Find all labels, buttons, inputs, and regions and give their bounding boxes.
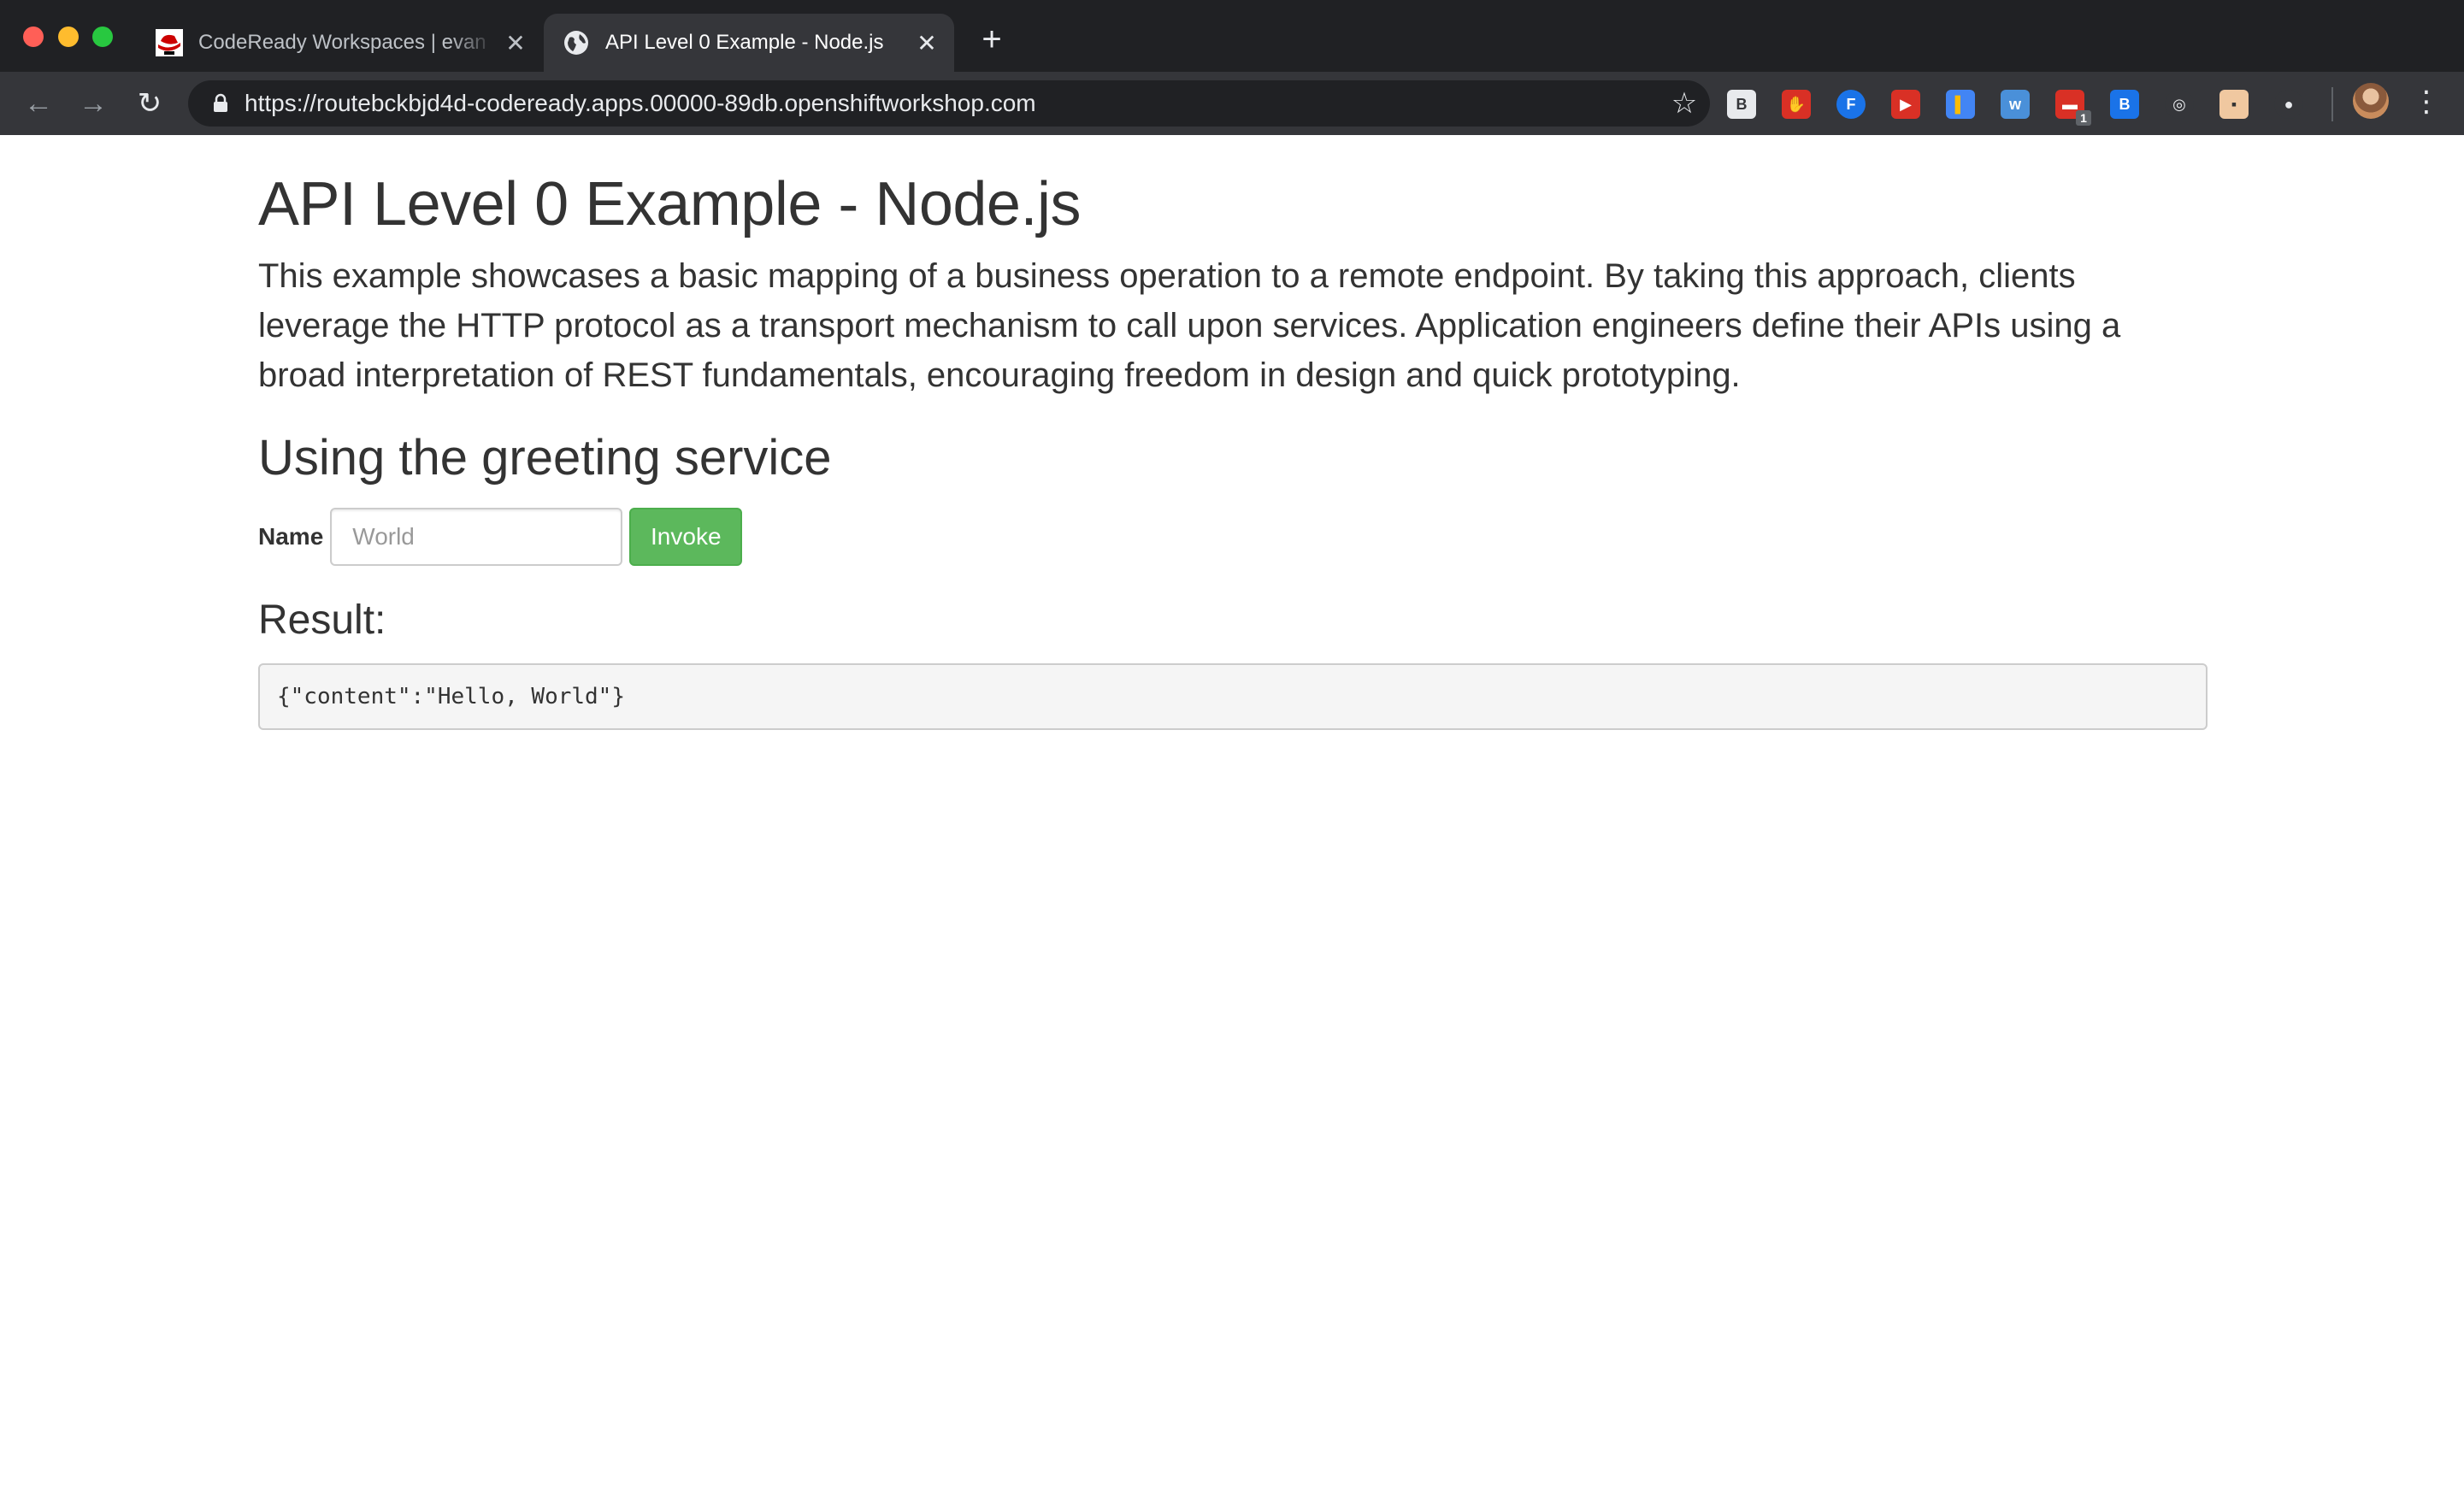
reload-icon[interactable]: ↻ bbox=[130, 84, 169, 123]
kebab-menu-icon[interactable]: ⋮ bbox=[2409, 82, 2443, 121]
url-text: https://routebckbjd4d-codeready.apps.000… bbox=[245, 90, 1036, 116]
forward-arrow-icon[interactable]: → bbox=[74, 84, 113, 123]
greeting-form: Name Invoke bbox=[258, 508, 743, 566]
b-blue-extension-icon[interactable]: B bbox=[2110, 90, 2139, 119]
toolbar-divider bbox=[2331, 87, 2333, 121]
redhat-shadowman-icon bbox=[156, 29, 183, 56]
circle-extension-icon[interactable]: ● bbox=[2274, 90, 2303, 119]
new-tab-plus-icon[interactable]: + bbox=[973, 21, 1011, 58]
close-tab-icon[interactable]: ✕ bbox=[906, 29, 947, 57]
f-extension-icon[interactable]: F bbox=[1836, 90, 1866, 119]
browser-toolbar: ← → ↻ https://routebckbjd4d-codeready.ap… bbox=[0, 72, 2464, 135]
walkme-extension-icon[interactable]: w bbox=[2001, 90, 2030, 119]
youtube-extension-icon[interactable]: ▶ bbox=[1891, 90, 1920, 119]
minimize-window-button[interactable] bbox=[58, 26, 79, 47]
page-description: This example showcases a basic mapping o… bbox=[258, 257, 2121, 394]
invoke-button[interactable]: Invoke bbox=[629, 508, 743, 566]
browser-tab-strip: CodeReady Workspaces | evan ✕ API Level … bbox=[0, 0, 2464, 72]
bookmark-b-extension-icon[interactable]: B bbox=[1727, 90, 1756, 119]
name-input[interactable] bbox=[330, 508, 623, 566]
section-title: Using the greeting service bbox=[258, 430, 832, 486]
globe-icon bbox=[564, 31, 588, 55]
tab-api-level-0-example[interactable]: API Level 0 Example - Node.js ✕ bbox=[544, 14, 954, 72]
target-extension-icon[interactable]: ◎ bbox=[2165, 90, 2194, 119]
tab-title: API Level 0 Example - Node.js bbox=[605, 31, 884, 54]
extensions-area: B ✋ F ▶ ▌ w ▬ 1 B ◎ ▪ ● bbox=[1727, 85, 2329, 126]
tab-codeready-workspaces[interactable]: CodeReady Workspaces | evan ✕ bbox=[137, 14, 543, 72]
calendar-extension-icon[interactable]: ▬ 1 bbox=[2055, 90, 2091, 126]
profile-avatar[interactable] bbox=[2353, 83, 2389, 119]
page-title: API Level 0 Example - Node.js bbox=[258, 170, 1081, 238]
adblock-hand-extension-icon[interactable]: ✋ bbox=[1782, 90, 1811, 119]
result-output: {"content":"Hello, World"} bbox=[258, 663, 2208, 730]
maximize-window-button[interactable] bbox=[92, 26, 113, 47]
result-title: Result: bbox=[258, 597, 386, 643]
extension-badge: 1 bbox=[2076, 110, 2091, 126]
close-tab-icon[interactable]: ✕ bbox=[495, 29, 536, 57]
back-arrow-icon[interactable]: ← bbox=[19, 84, 58, 123]
address-bar[interactable]: https://routebckbjd4d-codeready.apps.000… bbox=[188, 80, 1710, 127]
bookmark-star-icon[interactable]: ☆ bbox=[1659, 86, 1710, 121]
close-window-button[interactable] bbox=[23, 26, 44, 47]
tab-title: CodeReady Workspaces | evan bbox=[198, 31, 486, 54]
name-label: Name bbox=[258, 523, 324, 550]
lock-icon bbox=[214, 93, 227, 112]
face-extension-icon[interactable]: ▪ bbox=[2219, 90, 2249, 119]
note-extension-icon[interactable]: ▌ bbox=[1946, 90, 1975, 119]
